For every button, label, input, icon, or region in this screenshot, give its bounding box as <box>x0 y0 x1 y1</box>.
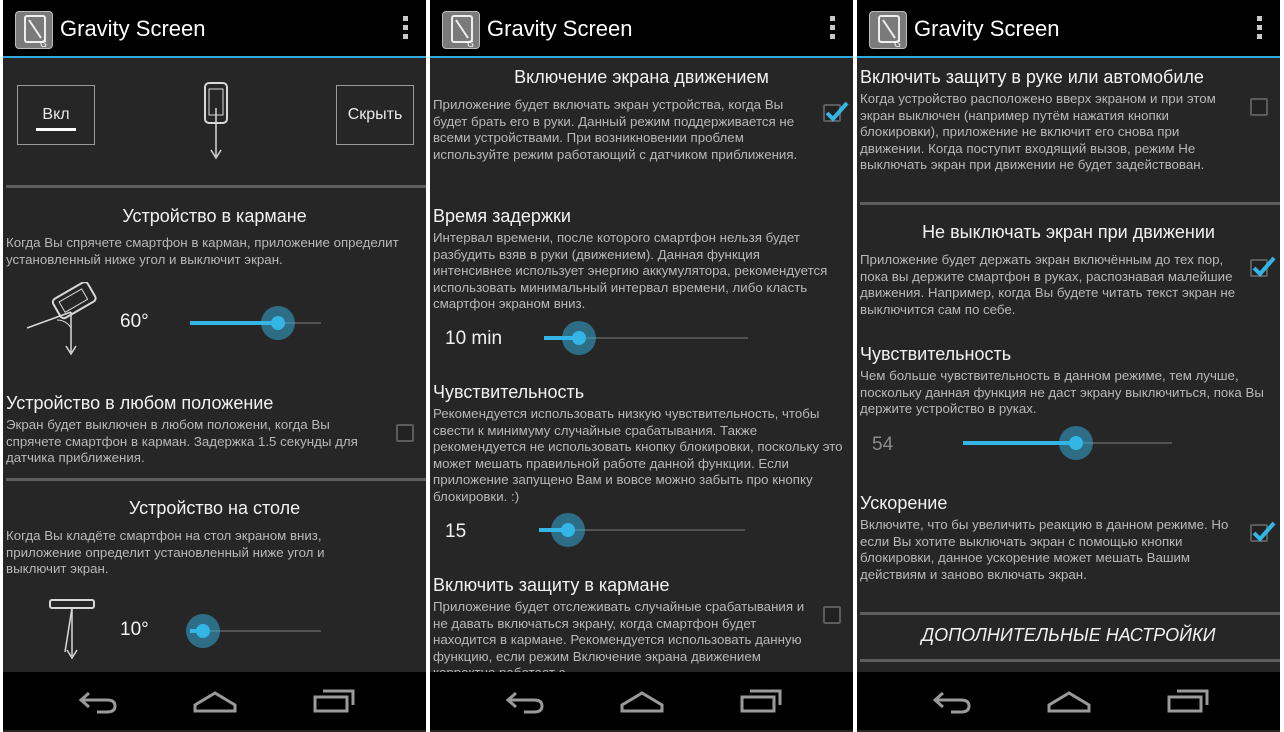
any-position-summary: Экран будет выключен в любом положени, к… <box>6 417 358 466</box>
navigation-bar <box>430 672 853 730</box>
back-icon[interactable] <box>500 685 548 717</box>
sensitivity-summary: Рекомендуется использовать низкую чувств… <box>433 406 843 504</box>
overflow-menu-icon[interactable] <box>829 16 837 44</box>
table-title: Устройство на столе <box>128 498 301 518</box>
divider <box>860 202 1280 205</box>
phone-screen-3: G Gravity Screen Включить защиту в руке … <box>857 0 1280 732</box>
navigation-bar <box>857 672 1280 730</box>
app-title: Gravity Screen <box>60 16 206 41</box>
pocket-angle-slider[interactable] <box>173 306 338 340</box>
home-icon[interactable] <box>618 685 666 717</box>
pocket-summary: Когда Вы спрячете смартфон в карман, при… <box>6 235 399 267</box>
sensitivity-title: Чувствительность <box>860 344 1012 364</box>
settings-list: Включить защиту в руке или автомобиле Ко… <box>857 60 1280 672</box>
advanced-settings-header[interactable]: ДОПОЛНИТЕЛЬНЫЕ НАСТРОЙКИ <box>857 625 1280 646</box>
gravity-screen-logo-icon[interactable]: G <box>15 11 53 50</box>
sensitivity-value: 15 <box>445 521 467 542</box>
keep-on-title: Не выключать экран при движении <box>922 222 1215 242</box>
slider-thumb-core <box>560 523 575 537</box>
pocket-protection-title: Включить защиту в кармане <box>433 575 670 595</box>
slider-thumb-core <box>196 624 211 638</box>
delay-value: 10 min <box>445 328 503 349</box>
settings-list: Включение экрана движением Приложение бу… <box>430 60 853 672</box>
slider-thumb[interactable] <box>260 306 295 340</box>
recents-icon[interactable] <box>1163 685 1211 717</box>
delay-summary: Интервал времени, после которого смартфо… <box>433 230 828 312</box>
hand-car-title: Включить защиту в руке или автомобиле <box>860 67 1204 87</box>
slider-thumb[interactable] <box>1058 426 1093 460</box>
any-position-title: Устройство в любом положение <box>6 393 274 413</box>
hand-car-checkbox[interactable] <box>1250 98 1268 116</box>
checkmark-icon <box>1252 521 1276 542</box>
keep-on-checkbox[interactable] <box>1250 256 1276 277</box>
sensitivity-slider[interactable] <box>522 513 762 547</box>
hand-car-summary: Когда устройство расположено вверх экран… <box>860 91 1216 173</box>
phone-screen-1: G Gravity Screen Вкл Скрыть Устройство в… <box>3 0 426 732</box>
enable-toggle-label: Вкл <box>42 106 70 123</box>
gravity-screen-logo-icon[interactable]: G <box>869 11 907 50</box>
hide-button[interactable]: Скрыть <box>336 85 414 145</box>
slider-thumb-core <box>571 331 586 345</box>
delay-slider[interactable] <box>527 321 765 355</box>
acceleration-summary: Включите, что бы увеличить реакцию в дан… <box>860 517 1229 582</box>
pocket-title: Устройство в кармане <box>122 206 307 226</box>
recents-icon[interactable] <box>736 685 784 717</box>
keep-on-summary: Приложение будет держать экран включённы… <box>860 252 1236 317</box>
home-icon[interactable] <box>1045 685 1093 717</box>
table-summary: Когда Вы кладёте смартфон на стол экрано… <box>6 528 325 577</box>
slider-thumb[interactable] <box>186 614 221 648</box>
table-angle-slider[interactable] <box>173 614 338 648</box>
phone-screen-2: G Gravity Screen Включение экрана движен… <box>430 0 853 732</box>
table-angle-value: 10° <box>120 619 149 640</box>
back-icon[interactable] <box>927 685 975 717</box>
slider-thumb-core <box>1068 436 1083 450</box>
screenshot-collage: G Gravity Screen Вкл Скрыть Устройство в… <box>0 0 1284 732</box>
action-bar: G Gravity Screen <box>3 0 426 58</box>
pocket-protection-checkbox[interactable] <box>823 606 841 624</box>
overflow-menu-icon[interactable] <box>1256 16 1264 44</box>
pocket-angle-value: 60° <box>120 311 149 332</box>
motion-wake-title: Включение экрана движением <box>514 67 769 87</box>
table-angle-illustration-icon <box>47 596 97 662</box>
sensitivity-slider[interactable] <box>946 426 1189 460</box>
slider-thumb-core <box>270 316 285 330</box>
svg-text:G: G <box>467 40 474 50</box>
enable-toggle-button[interactable]: Вкл <box>17 85 95 145</box>
app-title: Gravity Screen <box>914 16 1060 41</box>
sensitivity-title: Чувствительность <box>433 382 585 402</box>
home-icon[interactable] <box>191 685 239 717</box>
delay-title: Время задержки <box>433 206 571 226</box>
slider-thumb[interactable] <box>550 513 585 547</box>
overflow-menu-icon[interactable] <box>402 16 410 44</box>
svg-text:G: G <box>894 40 901 50</box>
divider <box>860 612 1280 615</box>
toggle-on-indicator <box>36 128 76 131</box>
motion-wake-summary: Приложение будет включать экран устройст… <box>433 97 798 162</box>
app-title: Gravity Screen <box>487 16 633 41</box>
back-icon[interactable] <box>73 685 121 717</box>
navigation-bar <box>3 672 426 730</box>
settings-list: Вкл Скрыть Устройство в кармане Когда Вы… <box>3 60 426 672</box>
hide-button-label: Скрыть <box>347 106 403 123</box>
pocket-angle-illustration-icon <box>21 281 101 356</box>
divider <box>6 478 426 481</box>
divider <box>6 185 426 188</box>
divider <box>860 659 1280 662</box>
action-bar: G Gravity Screen <box>430 0 853 58</box>
action-bar: G Gravity Screen <box>857 0 1280 58</box>
gravity-screen-logo-icon[interactable]: G <box>442 11 480 50</box>
acceleration-title: Ускорение <box>860 493 948 513</box>
recents-icon[interactable] <box>309 685 357 717</box>
phone-pocket-illustration-icon <box>196 80 236 162</box>
motion-wake-checkbox[interactable] <box>823 101 849 122</box>
acceleration-checkbox[interactable] <box>1250 521 1276 542</box>
svg-text:G: G <box>40 40 47 50</box>
checkmark-icon <box>825 101 849 122</box>
slider-thumb[interactable] <box>561 321 596 355</box>
sensitivity-value: 54 <box>872 434 894 455</box>
pocket-protection-summary: Приложение будет отслеживать случайные с… <box>433 599 805 672</box>
checkmark-icon <box>1252 256 1276 277</box>
sensitivity-summary: Чем больше чувствительность в данном реж… <box>860 368 1264 417</box>
any-position-checkbox[interactable] <box>396 424 414 442</box>
